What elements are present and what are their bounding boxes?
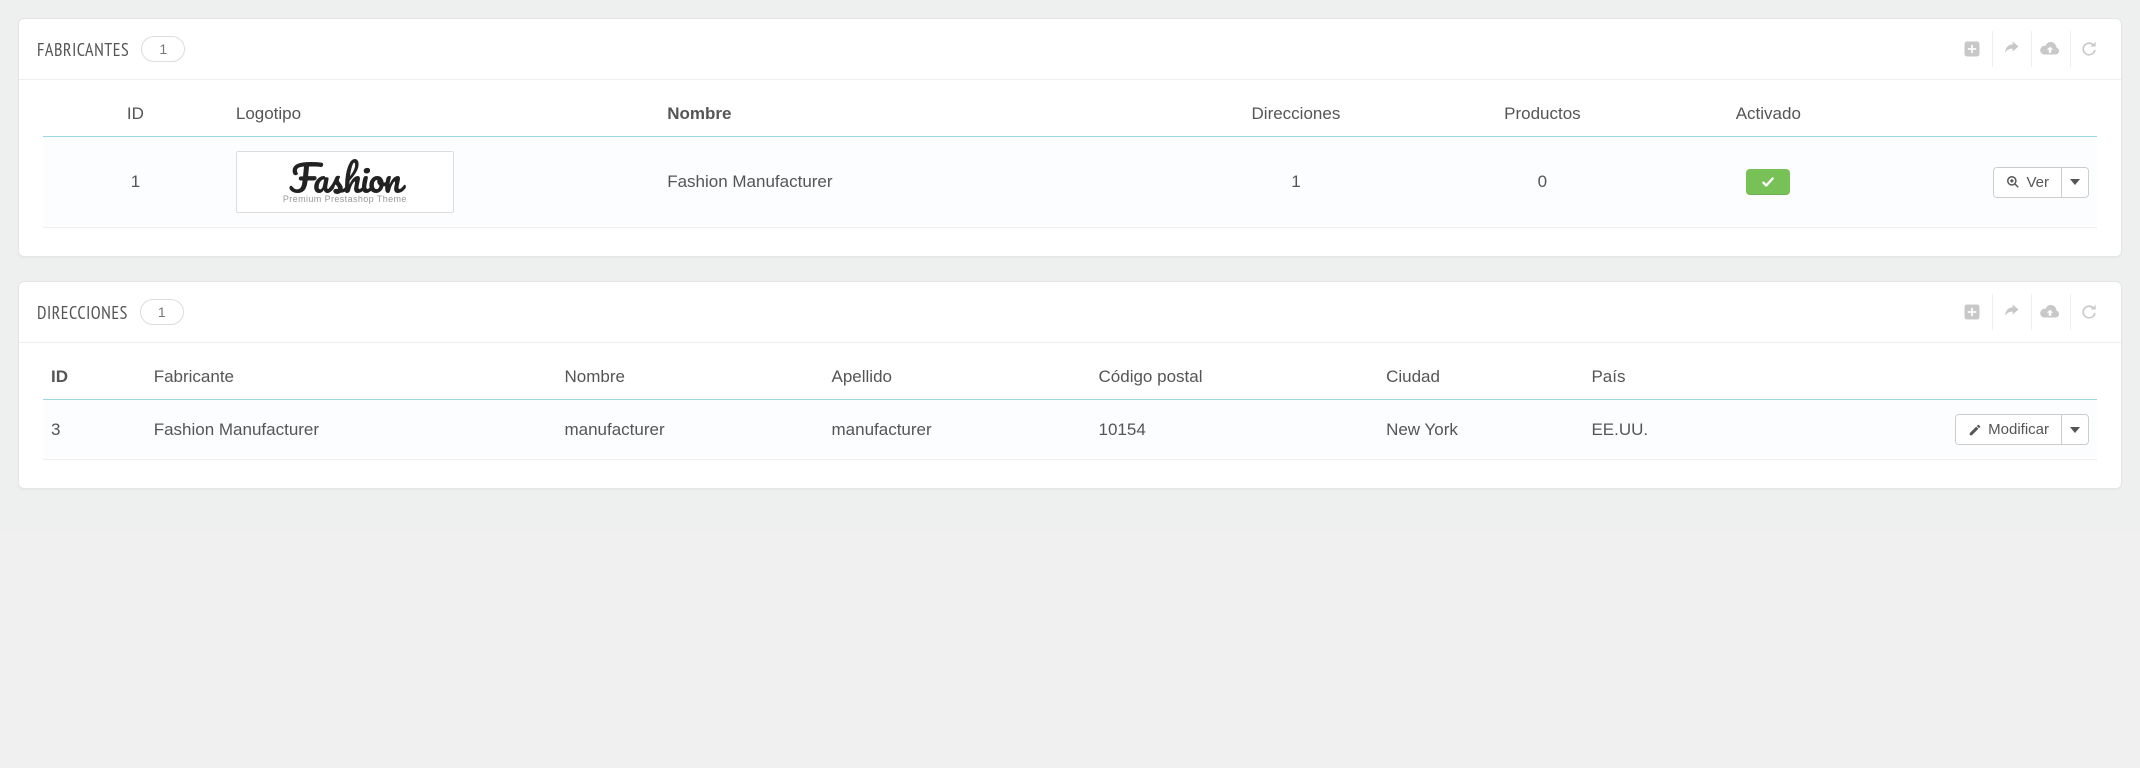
cloud-upload-icon <box>2039 39 2061 59</box>
active-toggle[interactable] <box>1746 169 1790 195</box>
refresh-button[interactable] <box>2070 31 2107 67</box>
share-arrow-icon <box>2001 39 2021 59</box>
manufacturers-panel-header: FABRICANTES 1 <box>19 19 2121 80</box>
cell-products: 0 <box>1419 137 1665 228</box>
addresses-table: ID Fabricante Nombre Apellido Código pos… <box>43 357 2097 460</box>
logo-text: Fashion <box>290 161 401 197</box>
cloud-import-button[interactable] <box>2031 31 2068 67</box>
caret-down-icon <box>2070 177 2080 187</box>
add-button[interactable] <box>1954 31 1990 67</box>
cell-city: New York <box>1378 400 1583 460</box>
col-manufacturer[interactable]: Fabricante <box>146 357 557 400</box>
col-id[interactable]: ID <box>43 94 228 137</box>
row-action-group: Ver <box>1993 167 2089 198</box>
col-name[interactable]: Nombre <box>659 94 1173 137</box>
cell-logo: Fashion Premium Prestashop Theme <box>228 137 659 228</box>
cell-id: 3 <box>43 400 146 460</box>
manufacturers-toolbar <box>1954 31 2107 67</box>
col-country[interactable]: País <box>1583 357 1829 400</box>
manufacturers-table: ID Logotipo Nombre Direcciones Productos… <box>43 94 2097 228</box>
edit-button-label: Modificar <box>1988 421 2049 438</box>
plus-square-icon <box>1962 302 1982 322</box>
export-button[interactable] <box>1992 294 2029 330</box>
addresses-header-row: ID Fabricante Nombre Apellido Código pos… <box>43 357 2097 400</box>
cell-active <box>1666 137 1871 228</box>
manufacturers-header-row: ID Logotipo Nombre Direcciones Productos… <box>43 94 2097 137</box>
manufacturers-count-badge: 1 <box>141 36 185 62</box>
col-products[interactable]: Productos <box>1419 94 1665 137</box>
view-button-label: Ver <box>2026 174 2049 191</box>
addresses-toolbar <box>1954 294 2107 330</box>
col-zip[interactable]: Código postal <box>1091 357 1379 400</box>
manufacturer-logo: Fashion Premium Prestashop Theme <box>236 151 454 213</box>
manufacturers-panel: FABRICANTES 1 <box>18 18 2122 257</box>
pencil-icon <box>1968 423 1982 437</box>
col-firstname[interactable]: Nombre <box>556 357 823 400</box>
cloud-upload-icon <box>2039 302 2061 322</box>
row-dropdown-toggle[interactable] <box>2061 415 2088 444</box>
table-row[interactable]: 1 Fashion Premium Prestashop Theme Fashi… <box>43 137 2097 228</box>
caret-down-icon <box>2070 425 2080 435</box>
cell-id: 1 <box>43 137 228 228</box>
cell-manufacturer: Fashion Manufacturer <box>146 400 557 460</box>
check-icon <box>1760 175 1776 189</box>
share-arrow-icon <box>2001 302 2021 322</box>
cell-zip: 10154 <box>1091 400 1379 460</box>
cell-actions: Modificar <box>1830 400 2097 460</box>
cell-addresses: 1 <box>1173 137 1419 228</box>
col-logo[interactable]: Logotipo <box>228 94 659 137</box>
col-actions <box>1830 357 2097 400</box>
col-city[interactable]: Ciudad <box>1378 357 1583 400</box>
cell-name: Fashion Manufacturer <box>659 137 1173 228</box>
addresses-title: DIRECCIONES <box>37 301 128 324</box>
edit-button[interactable]: Modificar <box>1956 415 2061 444</box>
table-row[interactable]: 3 Fashion Manufacturer manufacturer manu… <box>43 400 2097 460</box>
plus-square-icon <box>1962 39 1982 59</box>
col-lastname[interactable]: Apellido <box>824 357 1091 400</box>
zoom-in-icon <box>2006 175 2020 189</box>
cloud-import-button[interactable] <box>2031 294 2068 330</box>
view-button[interactable]: Ver <box>1994 168 2061 197</box>
col-active[interactable]: Activado <box>1666 94 1871 137</box>
col-actions <box>1871 94 2097 137</box>
col-id[interactable]: ID <box>43 357 146 400</box>
addresses-panel: DIRECCIONES 1 <box>18 281 2122 489</box>
logo-subtitle: Premium Prestashop Theme <box>283 195 407 204</box>
addresses-panel-header: DIRECCIONES 1 <box>19 282 2121 343</box>
col-addresses[interactable]: Direcciones <box>1173 94 1419 137</box>
refresh-icon <box>2079 39 2099 59</box>
cell-actions: Ver <box>1871 137 2097 228</box>
refresh-button[interactable] <box>2070 294 2107 330</box>
refresh-icon <box>2079 302 2099 322</box>
cell-country: EE.UU. <box>1583 400 1829 460</box>
cell-firstname: manufacturer <box>556 400 823 460</box>
row-action-group: Modificar <box>1955 414 2089 445</box>
export-button[interactable] <box>1992 31 2029 67</box>
addresses-count-badge: 1 <box>140 299 184 325</box>
manufacturers-title: FABRICANTES <box>37 38 129 61</box>
cell-lastname: manufacturer <box>824 400 1091 460</box>
row-dropdown-toggle[interactable] <box>2061 168 2088 197</box>
add-button[interactable] <box>1954 294 1990 330</box>
